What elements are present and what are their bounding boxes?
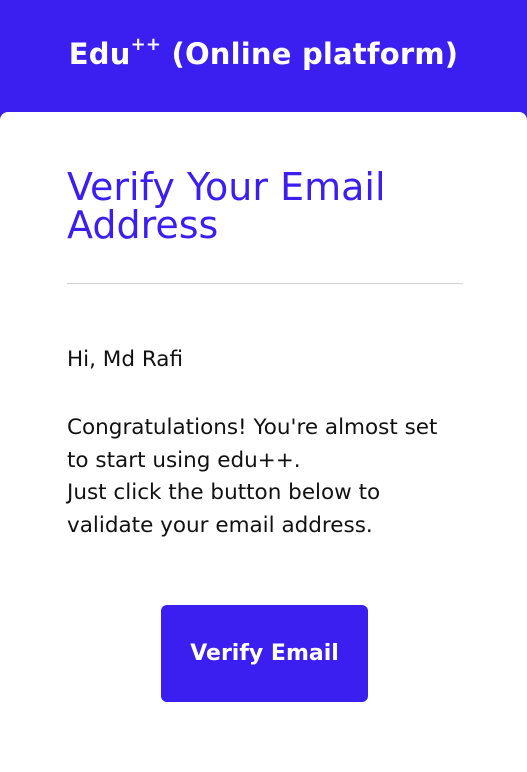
header-banner: Edu++ (Online platform) [0,0,527,112]
brand-suffix: (Online platform) [161,37,459,71]
brand-name: Edu [68,37,131,71]
message-line: validate your email address. [67,512,373,538]
message-line: to start using edu++. [67,447,301,473]
greeting-text: Hi, Md Rafi [67,347,184,372]
divider [67,283,463,284]
email-card: Verify Your Email Address Hi, Md Rafi Co… [0,112,527,772]
email-title: Verify Your Email Address [67,165,386,247]
message-line: Just click the button below to [67,480,381,505]
message-text: Congratulations! You're almost set to st… [67,412,467,542]
message-line: Congratulations! You're almost set [67,415,438,440]
verify-email-button[interactable]: Verify Email [161,605,368,702]
brand-superscript: ++ [130,34,162,56]
brand-title: Edu++ (Online platform) [68,34,459,71]
